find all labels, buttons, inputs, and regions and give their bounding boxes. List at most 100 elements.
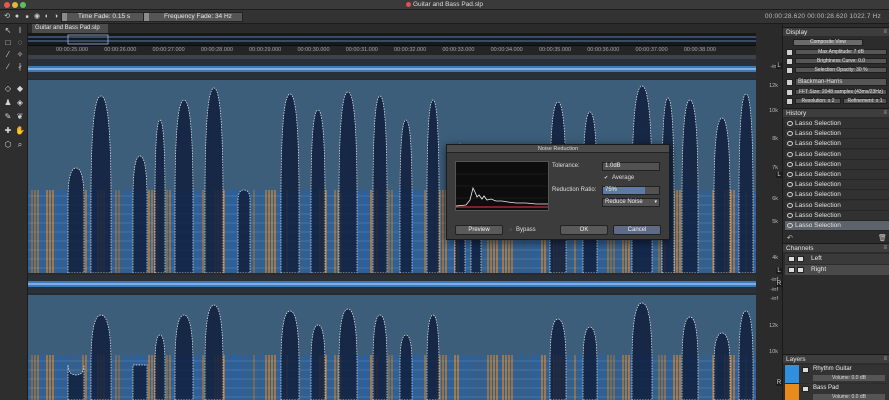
- channels-panel-header[interactable]: Channels ≡: [783, 243, 889, 252]
- brush-tool-icon[interactable]: ⁄: [3, 50, 13, 60]
- dropper-tool-icon[interactable]: ❦: [15, 112, 25, 122]
- tool-b-icon[interactable]: ◉: [33, 13, 41, 21]
- history-item[interactable]: Lasso Selection: [785, 129, 889, 140]
- tool-d-icon[interactable]: ◑: [52, 13, 60, 21]
- layer-row-bass-pad[interactable]: Bass Pad Volume: 0.0 dB: [785, 384, 889, 400]
- lasso-icon: [787, 212, 793, 218]
- history-item[interactable]: Lasso Selection: [785, 190, 889, 201]
- rect-select-tool-icon[interactable]: □: [3, 38, 13, 48]
- history-item[interactable]: Lasso Selection: [785, 159, 889, 170]
- text-cursor-tool-icon[interactable]: I: [15, 26, 25, 36]
- cube-tool-icon[interactable]: ⬡: [3, 140, 13, 150]
- panel-menu-icon[interactable]: ≡: [883, 28, 887, 37]
- lasso-icon: [787, 223, 793, 228]
- layer-visibility-icon[interactable]: [802, 386, 809, 392]
- record-icon[interactable]: ●: [13, 13, 21, 21]
- transform-tool-icon[interactable]: ✚: [3, 126, 13, 136]
- channel-visibility-icon[interactable]: [788, 256, 795, 262]
- lasso-icon: [787, 151, 793, 157]
- spectrogram-right[interactable]: [28, 295, 756, 400]
- history-panel-title: History: [786, 110, 807, 117]
- file-tab[interactable]: Guitar and Bass Pad.slp: [32, 24, 108, 33]
- freq-label: 7k: [772, 165, 778, 171]
- stamp-tool-icon[interactable]: ♟: [3, 98, 13, 108]
- average-checkbox-icon[interactable]: ✔: [604, 175, 608, 181]
- preview-button[interactable]: Preview: [455, 225, 503, 235]
- history-item[interactable]: Lasso Selection: [785, 119, 889, 129]
- waveform-right[interactable]: [28, 275, 756, 293]
- frequency-fade-knob[interactable]: [144, 13, 149, 21]
- history-item[interactable]: Lasso Selection: [785, 139, 889, 150]
- channel-lock-icon[interactable]: [797, 256, 804, 262]
- refinement-slider[interactable]: Refinement: x 1: [843, 98, 887, 104]
- pen-tool-icon[interactable]: ∤: [15, 62, 25, 72]
- layer-name: Rhythm Guitar: [813, 366, 852, 372]
- history-panel-header[interactable]: History ≡: [783, 108, 889, 117]
- history-item[interactable]: Lasso Selection: [785, 170, 889, 180]
- window-type-select[interactable]: Blackman-Harris: [795, 78, 887, 86]
- layer-visibility-icon[interactable]: [802, 367, 809, 373]
- history-item[interactable]: Lasso Selection: [785, 221, 889, 231]
- chevron-down-icon: ▾: [654, 199, 657, 205]
- panel-menu-icon[interactable]: ≡: [883, 109, 887, 118]
- history-item-label: Lasso Selection: [795, 160, 841, 168]
- selection-opacity-slider[interactable]: Selection Opacity: 30 %: [795, 67, 887, 73]
- history-item-label: Lasso Selection: [795, 120, 841, 127]
- max-amplitude-slider[interactable]: Max Amplitude: 7 dB: [795, 49, 887, 55]
- eraser-tool-icon[interactable]: ◇: [3, 84, 13, 94]
- layers-panel-header[interactable]: Layers ≡: [783, 354, 889, 363]
- arrow-tool-icon[interactable]: ↖: [3, 26, 13, 36]
- right-panel: Display ≡ Composite View Max Amplitude: …: [782, 24, 889, 400]
- channel-lock-icon[interactable]: [797, 267, 804, 273]
- channels-panel-title: Channels: [786, 245, 814, 252]
- resolution-icon: [786, 98, 793, 105]
- channel-row-right[interactable]: Right: [785, 265, 889, 275]
- channel-visibility-icon[interactable]: [788, 267, 795, 273]
- wand-tool-icon[interactable]: ✧: [15, 50, 25, 60]
- hand-tool-icon[interactable]: ✋: [15, 126, 25, 136]
- clone-tool-icon[interactable]: ◆: [15, 84, 25, 94]
- history-item[interactable]: Lasso Selection: [785, 210, 889, 221]
- display-panel-header[interactable]: Display ≡: [783, 27, 889, 36]
- composite-view-button[interactable]: Composite View: [793, 39, 863, 46]
- undo-icon[interactable]: ↶: [787, 234, 793, 242]
- ruler-tick-label: 00:00:35.000: [538, 47, 572, 53]
- panel-menu-icon[interactable]: ≡: [883, 244, 887, 253]
- mode-select[interactable]: Reduce Noise ▾: [602, 198, 660, 207]
- resolution-slider[interactable]: Resolution: x 2: [795, 98, 841, 104]
- history-item[interactable]: Lasso Selection: [785, 180, 889, 191]
- panel-menu-icon[interactable]: ≡: [883, 355, 887, 364]
- ok-button[interactable]: OK: [560, 225, 608, 235]
- pencil-tool-icon[interactable]: ✎: [3, 112, 13, 122]
- time-ruler[interactable]: 00:00:25.000 00:00:26.000 00:00:27.000 00:0…: [28, 46, 756, 55]
- reduction-ratio-slider[interactable]: 75%: [602, 186, 660, 195]
- layer-volume[interactable]: Volume: 0.0 dB: [813, 375, 885, 381]
- time-fade-field[interactable]: Time Fade: 0.15 s: [61, 12, 146, 22]
- bypass-radio-icon[interactable]: ○: [509, 227, 512, 233]
- lasso-tool-icon[interactable]: ◌: [15, 38, 25, 48]
- smudge-tool-icon[interactable]: ◈: [15, 98, 25, 108]
- noise-profile-curve: [455, 173, 548, 208]
- tolerance-field[interactable]: 1.0dB: [602, 162, 660, 171]
- loop-icon[interactable]: ⟲: [3, 13, 11, 21]
- cancel-button[interactable]: Cancel: [613, 225, 661, 235]
- history-item[interactable]: Lasso Selection: [785, 200, 889, 211]
- bypass-label[interactable]: Bypass: [516, 227, 536, 233]
- zoom-tool-icon[interactable]: ⌕: [15, 140, 25, 150]
- line-tool-icon[interactable]: ∕: [3, 62, 13, 72]
- tool-c-icon[interactable]: ◐: [43, 13, 51, 21]
- layer-thumbnail: [785, 384, 799, 400]
- time-fade-knob[interactable]: [62, 13, 67, 21]
- layer-row-rhythm-guitar[interactable]: Rhythm Guitar Volume: 0.0 dB: [785, 365, 889, 383]
- waveform-left[interactable]: [28, 59, 756, 79]
- fft-size-slider[interactable]: FFT Size: 2048 samples (43ms/23Hz): [795, 89, 887, 95]
- trash-icon[interactable]: 🗑: [878, 234, 887, 242]
- frequency-fade-field[interactable]: Frequency Fade: 34 Hz: [143, 12, 243, 22]
- history-item[interactable]: Lasso Selection: [785, 149, 889, 160]
- overview-strip[interactable]: [28, 33, 756, 46]
- brightness-slider[interactable]: Brightness Curve: 0.0: [795, 58, 887, 64]
- window-title: Guitar and Bass Pad.slp: [0, 1, 889, 8]
- layer-volume[interactable]: Volume: 0.0 dB: [813, 394, 885, 400]
- channel-row-left[interactable]: Left: [785, 254, 889, 264]
- tool-a-icon[interactable]: ■: [23, 13, 31, 21]
